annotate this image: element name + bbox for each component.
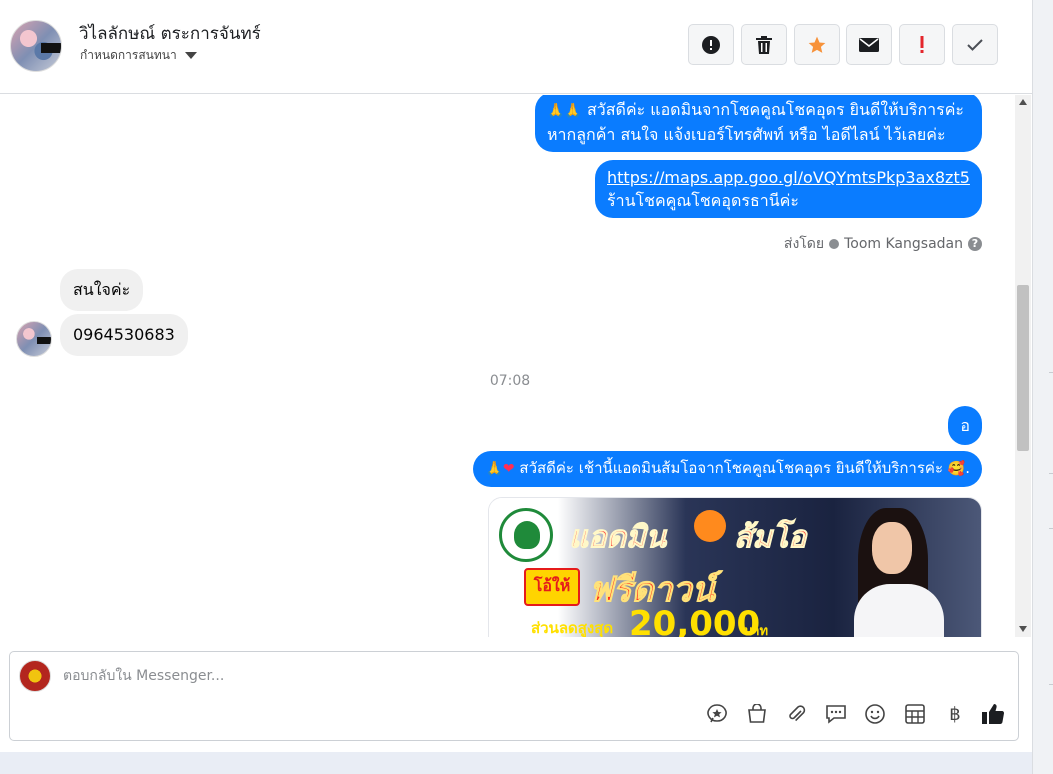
appointment-button[interactable] [902, 701, 928, 727]
outgoing-message[interactable]: 🙏🙏 สวัสดีค่ะ แอดมินจากโชคคูณโชคอุดร ยินด… [535, 95, 982, 152]
sent-by-name[interactable]: Toom Kangsadan [844, 236, 963, 252]
promo-model [844, 504, 954, 637]
promo-discount-label: ส่วนลดสูงสุด [531, 619, 614, 637]
folded-hands-icon: 🙏🙏 [547, 103, 582, 119]
scroll-thumb[interactable] [1017, 285, 1029, 451]
saved-reply-button[interactable] [704, 701, 730, 727]
important-button[interactable] [899, 24, 945, 65]
reply-composer: ฿ [9, 651, 1019, 741]
scroll-up-icon[interactable] [1019, 99, 1027, 105]
report-spam-button[interactable] [688, 24, 734, 65]
trash-icon [756, 35, 772, 54]
promo-image[interactable]: แอดมิน ส้มโอ โอ้ให้ ฟรีดาวน์ ส่วนลดสูงสุ… [488, 497, 982, 637]
quick-reply-button[interactable] [823, 701, 849, 727]
attach-button[interactable] [783, 701, 809, 727]
star-button[interactable] [794, 24, 840, 65]
baht-icon: ฿ [949, 703, 961, 725]
right-side-panel-edge [1032, 0, 1053, 774]
sender-avatar[interactable] [16, 321, 52, 357]
conversation-header: วิไลลักษณ์ ตระการจันทร์ กำหนดการสนทนา [0, 0, 1032, 94]
emoji-button[interactable] [862, 701, 888, 727]
outgoing-message[interactable]: อ [948, 406, 982, 445]
orange-icon [694, 510, 726, 542]
sent-by-prefix: ส่งโดย [783, 236, 825, 252]
incoming-message[interactable]: 0964530683 [60, 314, 188, 356]
contact-name[interactable]: วิไลลักษณ์ ตระการจันทร์ [79, 20, 261, 47]
delete-button[interactable] [741, 24, 787, 65]
help-icon[interactable]: ? [968, 237, 982, 251]
checkmark-icon [967, 38, 983, 51]
incoming-message[interactable]: สนใจค่ะ [60, 269, 144, 311]
contact-avatar[interactable] [10, 20, 62, 72]
verified-icon [829, 239, 840, 249]
promo-title-b: ส้มโอ [733, 520, 807, 556]
table-icon [905, 704, 925, 724]
maps-link[interactable]: https://maps.app.goo.gl/oVQYmtsPkp3ax8zt… [607, 166, 970, 189]
promo-discount-value: 20,000 [629, 604, 761, 637]
assign-conversation-dropdown[interactable]: กำหนดการสนทนา [80, 46, 197, 65]
heart-icon: ❤ [502, 461, 515, 477]
payment-button[interactable]: ฿ [942, 701, 968, 727]
like-button[interactable] [980, 701, 1006, 727]
folded-hands-icon: 🙏 [485, 461, 503, 477]
shopping-bag-icon [748, 704, 766, 723]
page-avatar [19, 660, 51, 692]
done-button[interactable] [952, 24, 998, 65]
paperclip-icon [789, 705, 806, 722]
outgoing-message-link[interactable]: https://maps.app.goo.gl/oVQYmtsPkp3ax8zt… [595, 160, 982, 218]
chat-bubble-icon [826, 705, 846, 724]
message-line: ร้านโชคคูณโชคอุดรธานีค่ะ [607, 191, 799, 210]
message-list[interactable]: 🙏🙏 สวัสดีค่ะ แอดมินจากโชคคูณโชคอุดร ยินด… [0, 95, 1032, 637]
star-icon [808, 36, 826, 53]
promo-title-a: แอดมิน [568, 520, 667, 556]
promo-discount-unit: บาท [744, 624, 769, 637]
shop-button[interactable] [744, 701, 770, 727]
chat-scrollbar[interactable] [1015, 95, 1031, 637]
message-line: 🙏🙏 สวัสดีค่ะ แอดมินจากโชคคูณโชคอุดร ยินด… [547, 98, 970, 123]
smiley-icon [865, 704, 885, 724]
envelope-icon [859, 37, 879, 52]
message-line: หากลูกค้า สนใจ แจ้งเบอร์โทรศัพท์ หรือ ไอ… [547, 125, 946, 144]
sent-by-info: ส่งโดย Toom Kangsadan ? [784, 233, 982, 255]
caret-down-icon [184, 52, 197, 59]
assign-label: กำหนดการสนทนา [80, 48, 177, 62]
exclamation-icon [920, 35, 924, 53]
mark-unread-button[interactable] [846, 24, 892, 65]
saved-reply-icon [707, 704, 727, 723]
logo-seal [499, 508, 553, 562]
outgoing-message[interactable]: 🙏❤ สวัสดีค่ะ เช้านี้แอดมินส้มโอจากโชคคูณ… [473, 451, 982, 487]
reply-input[interactable] [63, 665, 963, 687]
promo-badge: โอ้ให้ [524, 568, 580, 606]
alert-circle-icon [702, 35, 720, 54]
thumbs-up-icon [982, 704, 1005, 725]
conversation-panel: วิไลลักษณ์ ตระการจันทร์ กำหนดการสนทนา 🙏🙏… [0, 0, 1032, 752]
time-divider: 07:08 [489, 373, 531, 389]
scroll-down-icon[interactable] [1019, 626, 1027, 632]
smiling-hearts-icon: 🥰 [947, 461, 966, 477]
